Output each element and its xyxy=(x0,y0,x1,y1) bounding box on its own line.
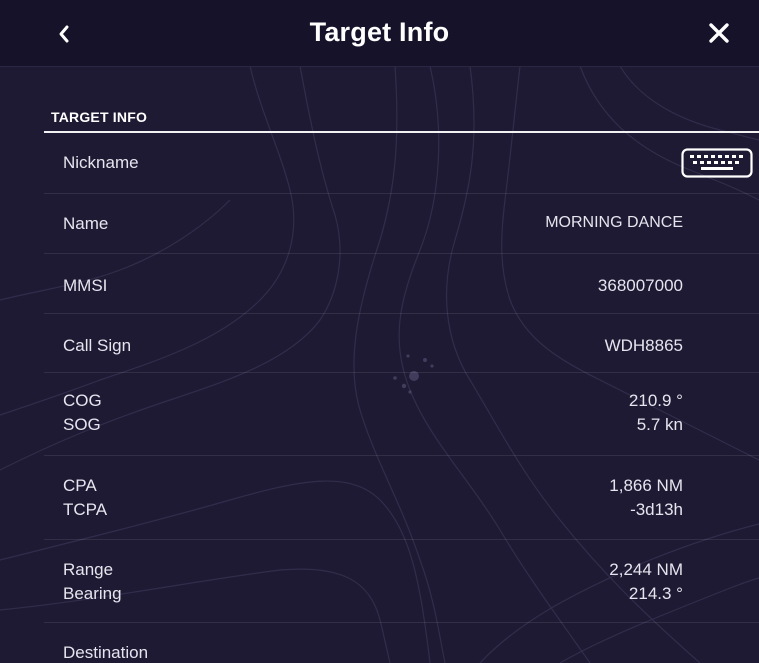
range-value: 2,244 NM xyxy=(609,560,683,579)
bearing-value: 214.3 ° xyxy=(628,584,683,603)
target-info-screen: Target Info TARGET INFO Nickname Name MO… xyxy=(0,0,759,663)
bearing-label: Bearing xyxy=(63,584,122,603)
cog-sog-row: COG 210.9 ° SOG 5.7 kn xyxy=(44,372,759,456)
nickname-row[interactable]: Nickname xyxy=(44,134,759,194)
destination-row: Destination xyxy=(44,622,759,663)
mmsi-row: MMSI 368007000 xyxy=(44,253,759,314)
destination-label: Destination xyxy=(63,643,149,662)
sog-label: SOG xyxy=(63,415,101,434)
tcpa-label: TCPA xyxy=(63,500,108,519)
name-row: Name MORNING DANCE xyxy=(44,193,759,254)
range-label: Range xyxy=(63,560,114,579)
range-bearing-row: Range 2,244 NM Bearing 214.3 ° xyxy=(44,539,759,623)
keyboard-button[interactable] xyxy=(681,147,753,179)
call-sign-row: Call Sign WDH8865 xyxy=(44,313,759,373)
cog-label: COG xyxy=(63,391,102,410)
close-button[interactable] xyxy=(699,13,739,53)
mmsi-value: 368007000 xyxy=(597,276,683,295)
section-divider xyxy=(44,131,759,133)
name-label: Name xyxy=(63,214,109,233)
cpa-tcpa-row: CPA 1,866 NM TCPA -3d13h xyxy=(44,455,759,540)
title-bar: Target Info xyxy=(0,0,759,67)
cpa-label: CPA xyxy=(63,476,97,495)
tcpa-value: -3d13h xyxy=(630,500,683,519)
section-title: TARGET INFO xyxy=(51,109,148,125)
call-sign-label: Call Sign xyxy=(63,336,132,355)
call-sign-value: WDH8865 xyxy=(604,336,683,355)
page-title: Target Info xyxy=(309,17,450,47)
cog-value: 210.9 ° xyxy=(628,391,683,410)
nickname-label: Nickname xyxy=(63,153,139,172)
keyboard-icon xyxy=(681,148,753,178)
name-value: MORNING DANCE xyxy=(545,214,683,231)
close-icon xyxy=(709,23,729,43)
sog-value: 5.7 kn xyxy=(636,415,683,434)
mmsi-label: MMSI xyxy=(63,276,108,295)
cpa-value: 1,866 NM xyxy=(609,476,683,495)
